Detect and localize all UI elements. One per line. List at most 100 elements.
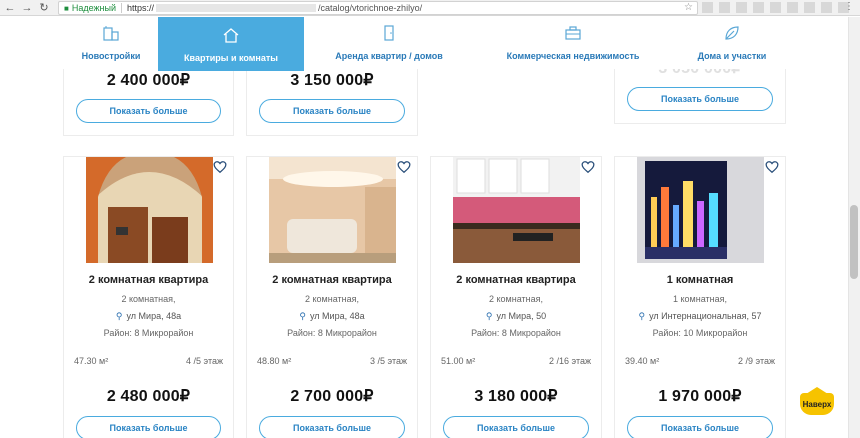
show-more-button[interactable]: Показать больше [259, 99, 405, 123]
url-path: /catalog/vtorichnoe-zhilyo/ [318, 3, 423, 13]
listing-price: 3 180 000₽ [474, 388, 558, 405]
listing-meta: 51.00 м² 2 /16 этаж [441, 356, 591, 366]
extension-icon[interactable] [787, 2, 798, 13]
listing-floor: 2 /9 этаж [738, 356, 775, 366]
nav-item-label: Дома и участки [697, 51, 767, 61]
listing-area: 39.40 м² [625, 356, 660, 366]
house-icon [222, 27, 240, 47]
listing-rooms: 2 комнатная, [305, 294, 359, 304]
listing-photo[interactable] [637, 157, 764, 263]
secure-label: Надежный [71, 3, 116, 13]
address-bar[interactable]: ■ Надежный https:// /catalog/vtorichnoe-… [58, 1, 698, 15]
listing-floor: 3 /5 этаж [370, 356, 407, 366]
listing-price: 1 970 000₽ [658, 388, 742, 405]
listing-price: 2 400 000₽ [106, 72, 191, 89]
location-pin-icon: ⚲ [299, 311, 306, 321]
listing-card[interactable]: 1 комнатная 1 комнатная, ⚲ ул Интернационал… [614, 156, 786, 438]
bookmark-star-icon[interactable]: ☆ [684, 2, 693, 13]
listing-rooms: 2 комнатная, [121, 294, 176, 304]
listing-floor: 2 /16 этаж [549, 356, 591, 366]
listing-rooms: 1 комнатная, [673, 294, 727, 304]
reload-icon[interactable]: ↻ [37, 1, 51, 15]
nav-item-novostroyki[interactable]: Новостройки [70, 17, 152, 69]
extension-icon[interactable] [770, 2, 781, 13]
favorite-heart-icon[interactable] [397, 160, 411, 174]
favorite-heart-icon[interactable] [581, 160, 595, 174]
show-more-button[interactable]: Показать больше [76, 99, 221, 123]
browser-toolbar: ← → ↻ ■ Надежный https:// /catalog/vtori… [0, 0, 860, 16]
extension-icon[interactable] [804, 2, 815, 13]
listing-district: Район: 10 Микрорайон [652, 328, 748, 338]
url-prefix: https:// [127, 3, 155, 13]
briefcase-icon [564, 25, 582, 45]
listing-photo[interactable] [86, 157, 213, 263]
listing-area: 51.00 м² [441, 356, 476, 366]
address-text: ул Мира, 48а [309, 311, 365, 321]
listing-card[interactable]: 2 комнатная квартира 2 комнатная, ⚲ ул Мира… [63, 156, 234, 438]
nav-item-kommercheskaya[interactable]: Коммерческая недвижимость [505, 17, 641, 69]
nav-item-kvartiry[interactable]: Квартиры и комнаты [158, 17, 304, 71]
nav-item-label: Коммерческая недвижимость [506, 51, 640, 61]
url-redacted [156, 4, 317, 12]
show-more-button[interactable]: Показать больше [76, 416, 221, 438]
nav-item-label: Квартиры и комнаты [184, 53, 278, 63]
listing-title[interactable]: 1 комнатная [615, 274, 785, 286]
show-more-button[interactable]: Показать больше [259, 416, 405, 438]
listing-title[interactable]: 2 комнатная квартира [431, 274, 601, 286]
listing-card[interactable]: 2 комнатная квартира 2 комнатная, ⚲ ул Мира… [246, 156, 418, 438]
listing-card[interactable]: 2 комнатная квартира 2 комнатная, ⚲ ул Мира… [430, 156, 602, 438]
listing-floor: 4 /5 этаж [186, 356, 223, 366]
listing-photo[interactable] [269, 157, 396, 263]
listing-photo[interactable] [453, 157, 580, 263]
listing-area: 48.80 м² [257, 356, 292, 366]
location-pin-icon: ⚲ [115, 311, 123, 321]
listing-district: Район: 8 Микрорайон [287, 328, 377, 338]
listing-meta: 47.30 м² 4 /5 этаж [74, 356, 223, 366]
listing-district: Район: 8 Микрорайон [103, 328, 194, 338]
show-more-button[interactable]: Показать больше [443, 416, 589, 438]
extension-icon[interactable] [702, 2, 713, 13]
nav-item-label: Новостройки [81, 51, 141, 61]
favorite-heart-icon[interactable] [213, 160, 227, 174]
back-icon[interactable]: ← [3, 1, 17, 15]
listing-price: 3 150 000₽ [290, 72, 374, 89]
door-icon [380, 25, 398, 45]
category-nav: Новостройки Квартиры и комнаты Аренда кв… [0, 17, 848, 71]
nav-item-doma[interactable]: Дома и участки [690, 17, 774, 69]
extension-icon[interactable] [736, 2, 747, 13]
listing-price: 2 700 000₽ [290, 388, 374, 405]
building-icon [102, 25, 120, 45]
listing-address: ⚲ ул Мира, 48а [247, 311, 417, 322]
listing-title[interactable]: 2 комнатная квартира [247, 274, 417, 286]
nav-item-arenda[interactable]: Аренда квартир / домов [330, 17, 448, 69]
listing-district: Район: 8 Микрорайон [471, 328, 561, 338]
location-pin-icon: ⚲ [638, 311, 646, 321]
listing-address: ⚲ ул Мира, 48а [64, 311, 233, 322]
listing-rooms: 2 комнатная, [489, 294, 543, 304]
listing-meta: 39.40 м² 2 /9 этаж [625, 356, 775, 366]
listing-address: ⚲ ул Мира, 50 [431, 311, 601, 322]
show-more-button[interactable]: Показать больше [627, 87, 773, 111]
show-more-button[interactable]: Показать больше [627, 416, 773, 438]
address-text: ул Мира, 48а [126, 311, 182, 321]
address-text: ул Мира, 50 [496, 311, 547, 321]
listing-address: ⚲ ул Интернациональная, 57 [615, 311, 785, 322]
extension-icons [702, 2, 849, 13]
extension-icon[interactable] [719, 2, 730, 13]
favorite-heart-icon[interactable] [765, 160, 779, 174]
forward-icon[interactable]: → [20, 1, 34, 15]
listing-meta: 48.80 м² 3 /5 этаж [257, 356, 407, 366]
lock-icon: ■ [64, 3, 69, 13]
browser-menu-icon[interactable]: ⋮ [844, 1, 854, 12]
extension-icon[interactable] [821, 2, 832, 13]
listing-title[interactable]: 2 комнатная квартира [64, 274, 233, 286]
scrollbar-thumb[interactable] [850, 205, 858, 279]
location-pin-icon: ⚲ [485, 311, 493, 321]
listing-price: 2 480 000₽ [106, 388, 191, 405]
address-text: ул Интернациональная, 57 [649, 311, 762, 321]
nav-item-label: Аренда квартир / домов [335, 51, 443, 61]
leaf-icon [723, 25, 741, 45]
scroll-top-button[interactable]: Наверх [800, 387, 834, 415]
extension-icon[interactable] [753, 2, 764, 13]
listing-area: 47.30 м² [74, 356, 109, 366]
